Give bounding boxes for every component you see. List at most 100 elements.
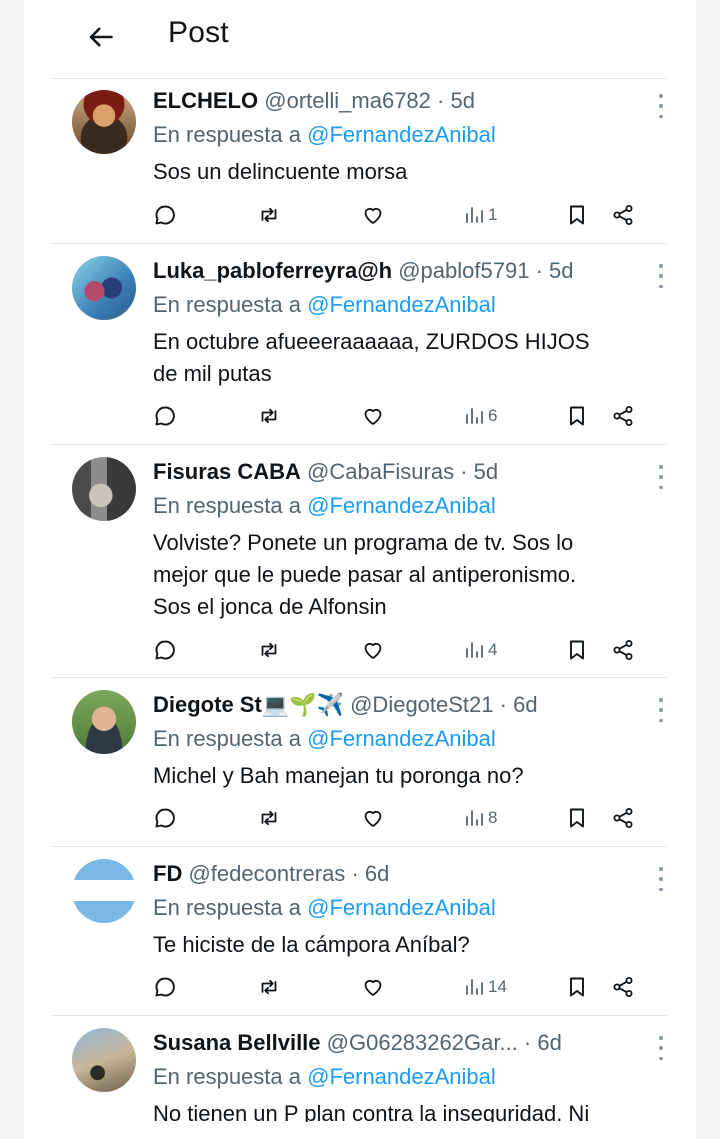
like-button[interactable] — [361, 401, 385, 431]
reply-prefix: En respuesta a — [153, 122, 301, 147]
share-button[interactable] — [611, 200, 635, 230]
more-button[interactable] — [658, 465, 664, 489]
tweet-text-line: Sos un delincuente morsa — [153, 159, 408, 184]
post-time: · 5d — [535, 258, 574, 283]
reply-prefix: En respuesta a — [153, 1064, 301, 1089]
bookmark-button[interactable] — [565, 401, 589, 431]
author-name[interactable]: Fisuras CABA — [153, 459, 301, 484]
like-button[interactable] — [361, 635, 385, 665]
reply-tweet[interactable]: Susana Bellville @G06283262Gar... · 6d E… — [52, 1016, 667, 1139]
retweet-icon — [261, 642, 277, 658]
views-button[interactable]: 14 — [462, 972, 507, 1002]
avatar[interactable] — [72, 690, 136, 754]
bookmark-icon — [570, 977, 584, 997]
views-button[interactable]: 8 — [462, 803, 497, 833]
reply-mention[interactable]: @FernandezAnibal — [307, 493, 496, 518]
author-name[interactable]: Diegote St💻🌱✈️ — [153, 692, 344, 717]
like-button[interactable] — [361, 803, 385, 833]
reply-tweet[interactable]: Diegote St💻🌱✈️ @DiegoteSt21 · 6d En resp… — [52, 678, 667, 846]
bookmark-button[interactable] — [565, 803, 589, 833]
action-bar: 1 — [153, 200, 663, 230]
author-handle[interactable]: @DiegoteSt21 — [350, 692, 493, 717]
more-button[interactable] — [658, 94, 664, 118]
author-handle[interactable]: @G06283262Gar... — [327, 1030, 518, 1055]
reply-button[interactable] — [153, 972, 177, 1002]
heart-icon — [364, 810, 382, 827]
more-button[interactable] — [658, 1036, 664, 1060]
tweet-text-line: En octubre afueeeraaaaaa, ZURDOS HIJOS — [153, 329, 590, 354]
views-icon — [466, 810, 483, 826]
more-button[interactable] — [658, 698, 664, 722]
bookmark-button[interactable] — [565, 972, 589, 1002]
reply-mention[interactable]: @FernandezAnibal — [307, 292, 496, 317]
post-page: Post ELCHELO @ortelli_ma6782 · 5d En res… — [24, 0, 696, 1139]
author-handle[interactable]: @ortelli_ma6782 — [264, 88, 431, 113]
reply-prefix: En respuesta a — [153, 895, 301, 920]
reply-button[interactable] — [153, 803, 177, 833]
views-count: 1 — [488, 205, 498, 224]
author-name[interactable]: ELCHELO — [153, 88, 258, 113]
tweet-text: Te hiciste de la cámpora Aníbal? — [153, 929, 653, 961]
reply-button[interactable] — [153, 401, 177, 431]
views-icon — [466, 408, 483, 424]
bookmark-button[interactable] — [565, 635, 589, 665]
share-button[interactable] — [611, 972, 635, 1002]
retweet-icon — [261, 810, 277, 826]
tweet-text-line: mejor que le puede pasar al antiperonism… — [153, 562, 577, 587]
action-bar: 4 — [153, 635, 663, 665]
post-time: · 5d — [460, 459, 499, 484]
reply-prefix: En respuesta a — [153, 493, 301, 518]
post-time: · 6d — [523, 1030, 562, 1055]
reply-tweet[interactable]: FD @fedecontreras · 6d En respuesta a @F… — [52, 847, 667, 1015]
like-button[interactable] — [361, 972, 385, 1002]
tweet-text-line: No tienen un P plan contra la insegurida… — [153, 1101, 590, 1122]
more-button[interactable] — [658, 867, 664, 891]
retweet-button[interactable] — [257, 803, 281, 833]
retweet-button[interactable] — [257, 401, 281, 431]
reply-tweet[interactable]: Fisuras CABA @CabaFisuras · 5d En respue… — [52, 445, 667, 677]
reply-icon — [155, 205, 175, 225]
avatar[interactable] — [72, 457, 136, 521]
bookmark-button[interactable] — [565, 200, 589, 230]
share-button[interactable] — [611, 635, 635, 665]
share-button[interactable] — [611, 803, 635, 833]
avatar[interactable] — [72, 90, 136, 154]
reply-mention[interactable]: @FernandezAnibal — [307, 122, 496, 147]
share-icon — [613, 640, 633, 660]
share-icon — [613, 977, 633, 997]
like-button[interactable] — [361, 200, 385, 230]
reply-tweet[interactable]: Luka_pabloferreyra@h @pablof5791 · 5d En… — [52, 244, 667, 444]
views-button[interactable]: 4 — [462, 635, 497, 665]
author-handle[interactable]: @CabaFisuras — [307, 459, 454, 484]
reply-mention[interactable]: @FernandezAnibal — [307, 1064, 496, 1089]
action-bar: 8 — [153, 803, 663, 833]
retweet-button[interactable] — [257, 200, 281, 230]
reply-mention[interactable]: @FernandezAnibal — [307, 726, 496, 751]
views-button[interactable]: 6 — [462, 401, 497, 431]
author-name[interactable]: Susana Bellville — [153, 1030, 321, 1055]
author-name[interactable]: FD — [153, 861, 182, 886]
reply-tweet[interactable]: ELCHELO @ortelli_ma6782 · 5d En respuest… — [52, 78, 667, 243]
more-button[interactable] — [658, 264, 664, 288]
reply-mention[interactable]: @FernandezAnibal — [307, 895, 496, 920]
author-handle[interactable]: @fedecontreras — [188, 861, 345, 886]
reply-icon — [155, 640, 175, 660]
heart-icon — [364, 207, 382, 224]
views-button[interactable]: 1 — [462, 200, 497, 230]
author-name[interactable]: Luka_pabloferreyra@h — [153, 258, 392, 283]
avatar[interactable] — [72, 1028, 136, 1092]
retweet-button[interactable] — [257, 635, 281, 665]
reply-icon — [155, 977, 175, 997]
page-title: Post — [168, 16, 229, 49]
retweet-button[interactable] — [257, 972, 281, 1002]
back-button[interactable] — [84, 20, 118, 54]
avatar[interactable] — [72, 859, 136, 923]
bookmark-icon — [570, 808, 584, 828]
reply-button[interactable] — [153, 200, 177, 230]
author-handle[interactable]: @pablof5791 — [398, 258, 529, 283]
avatar[interactable] — [72, 256, 136, 320]
reply-button[interactable] — [153, 635, 177, 665]
post-time: · 6d — [499, 692, 538, 717]
tweet-text-line: de mil putas — [153, 361, 272, 386]
share-button[interactable] — [611, 401, 635, 431]
